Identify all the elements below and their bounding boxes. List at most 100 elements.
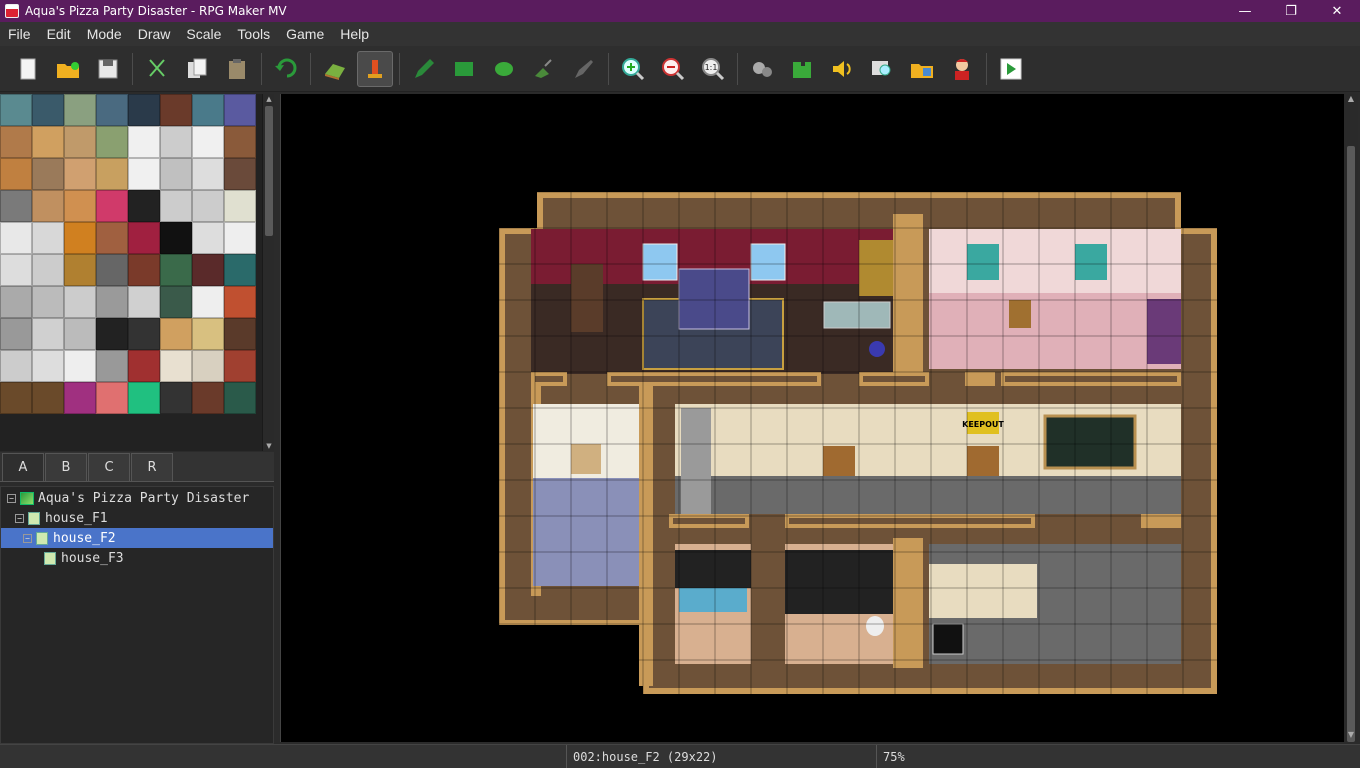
tile-swatch[interactable]: [96, 158, 128, 190]
tile-swatch[interactable]: [192, 126, 224, 158]
menu-help[interactable]: Help: [332, 26, 377, 42]
pencil-button[interactable]: [406, 51, 442, 87]
scroll-down-icon[interactable]: ▼: [1344, 730, 1358, 742]
tile-swatch[interactable]: [64, 222, 96, 254]
tile-swatch[interactable]: [64, 158, 96, 190]
tile-swatch[interactable]: [64, 190, 96, 222]
tile-swatch[interactable]: [32, 382, 64, 414]
map-mode-button[interactable]: [317, 51, 353, 87]
tab-c[interactable]: C: [88, 453, 130, 481]
collapse-icon[interactable]: −: [23, 533, 32, 543]
tile-swatch[interactable]: [64, 94, 96, 126]
tile-swatch[interactable]: [32, 222, 64, 254]
tile-swatch[interactable]: [64, 254, 96, 286]
menu-tools[interactable]: Tools: [229, 26, 278, 42]
tile-swatch[interactable]: [160, 318, 192, 350]
tile-swatch[interactable]: [128, 94, 160, 126]
paste-button[interactable]: [219, 51, 255, 87]
tile-swatch[interactable]: [32, 94, 64, 126]
zoom-in-button[interactable]: [615, 51, 651, 87]
save-project-button[interactable]: [90, 51, 126, 87]
tile-swatch[interactable]: [192, 254, 224, 286]
collapse-icon[interactable]: −: [15, 513, 24, 523]
tile-swatch[interactable]: [0, 318, 32, 350]
tile-swatch[interactable]: [224, 222, 256, 254]
tile-swatch[interactable]: [224, 190, 256, 222]
tile-swatch[interactable]: [224, 382, 256, 414]
tile-swatch[interactable]: [32, 190, 64, 222]
tile-swatch[interactable]: [192, 350, 224, 382]
ellipse-button[interactable]: [486, 51, 522, 87]
tile-swatch[interactable]: [192, 318, 224, 350]
tile-swatch[interactable]: [224, 286, 256, 318]
flood-fill-button[interactable]: [526, 51, 562, 87]
tree-node-house-f3[interactable]: house_F3: [1, 548, 273, 568]
rectangle-button[interactable]: [446, 51, 482, 87]
map-scrollbar[interactable]: ▲ ▼: [1344, 94, 1358, 742]
tile-swatch[interactable]: [192, 382, 224, 414]
collapse-icon[interactable]: −: [7, 493, 16, 503]
tile-swatch[interactable]: [160, 286, 192, 318]
tree-node-house-f2[interactable]: − house_F2: [1, 528, 273, 548]
tile-swatch[interactable]: [160, 94, 192, 126]
tile-swatch[interactable]: [224, 318, 256, 350]
map-scroll-thumb[interactable]: [1347, 146, 1355, 742]
resource-manager-button[interactable]: [904, 51, 940, 87]
tile-swatch[interactable]: [96, 286, 128, 318]
tile-swatch[interactable]: [32, 158, 64, 190]
plugin-manager-button[interactable]: [784, 51, 820, 87]
tree-node-project[interactable]: − Aqua's Pizza Party Disaster: [1, 488, 273, 508]
tile-swatch[interactable]: [96, 382, 128, 414]
tile-swatch[interactable]: [0, 286, 32, 318]
shadow-pen-button[interactable]: [566, 51, 602, 87]
tile-swatch[interactable]: [96, 318, 128, 350]
tile-swatch[interactable]: [160, 190, 192, 222]
scroll-down-icon[interactable]: ▼: [263, 441, 275, 451]
tile-swatch[interactable]: [0, 350, 32, 382]
menu-scale[interactable]: Scale: [178, 26, 229, 42]
open-project-button[interactable]: [50, 51, 86, 87]
copy-button[interactable]: [179, 51, 215, 87]
tile-swatch[interactable]: [160, 222, 192, 254]
map-canvas[interactable]: KEEPOUT: [280, 94, 1344, 742]
tile-swatch[interactable]: [128, 254, 160, 286]
tile-swatch[interactable]: [192, 190, 224, 222]
tile-swatch[interactable]: [224, 158, 256, 190]
tile-swatch[interactable]: [0, 190, 32, 222]
map-rendering[interactable]: KEEPOUT: [281, 94, 1344, 742]
tile-swatch[interactable]: [0, 126, 32, 158]
scroll-up-icon[interactable]: ▲: [263, 94, 275, 104]
cut-button[interactable]: [139, 51, 175, 87]
tile-swatch[interactable]: [128, 158, 160, 190]
tile-swatch[interactable]: [0, 254, 32, 286]
tile-swatch[interactable]: [128, 318, 160, 350]
tile-swatch[interactable]: [32, 126, 64, 158]
tile-swatch[interactable]: [160, 350, 192, 382]
tile-swatch[interactable]: [128, 350, 160, 382]
tile-swatch[interactable]: [96, 254, 128, 286]
event-mode-button[interactable]: [357, 50, 393, 87]
tab-b[interactable]: B: [45, 453, 87, 481]
tab-a[interactable]: A: [2, 453, 44, 481]
tree-node-house-f1[interactable]: − house_F1: [1, 508, 273, 528]
maximize-button[interactable]: ❐: [1268, 0, 1314, 22]
tile-swatch[interactable]: [64, 350, 96, 382]
tileset-grid[interactable]: [0, 94, 256, 414]
menu-draw[interactable]: Draw: [130, 26, 179, 42]
actual-size-button[interactable]: 1:1: [695, 51, 731, 87]
scroll-up-icon[interactable]: ▲: [1344, 94, 1358, 106]
tile-swatch[interactable]: [224, 94, 256, 126]
tileset-scroll-thumb[interactable]: [265, 106, 273, 236]
tile-swatch[interactable]: [96, 94, 128, 126]
tile-swatch[interactable]: [96, 350, 128, 382]
tile-swatch[interactable]: [0, 94, 32, 126]
tab-r[interactable]: R: [131, 453, 173, 481]
tile-swatch[interactable]: [224, 350, 256, 382]
tile-swatch[interactable]: [96, 190, 128, 222]
tile-swatch[interactable]: [32, 286, 64, 318]
tile-swatch[interactable]: [160, 126, 192, 158]
undo-button[interactable]: [268, 51, 304, 87]
playtest-button[interactable]: [993, 51, 1029, 87]
tile-swatch[interactable]: [32, 318, 64, 350]
tile-swatch[interactable]: [224, 126, 256, 158]
